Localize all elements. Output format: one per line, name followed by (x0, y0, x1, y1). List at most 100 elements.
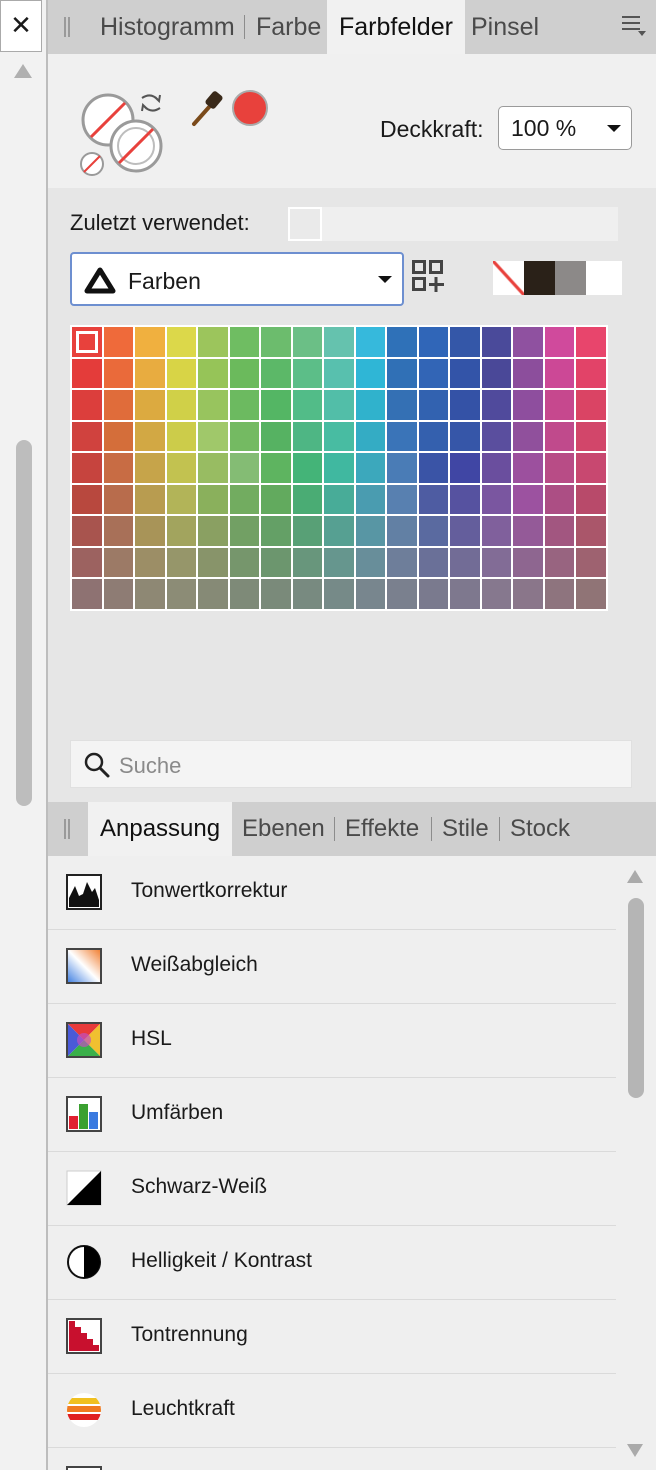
color-swatch[interactable] (481, 453, 512, 483)
color-swatch[interactable] (450, 421, 480, 452)
scroll-up-icon[interactable] (14, 64, 32, 78)
color-swatch[interactable] (450, 547, 480, 578)
swap-colors-icon[interactable] (138, 90, 164, 116)
color-swatch[interactable] (513, 516, 543, 546)
tab-ebenen[interactable]: Ebenen (242, 802, 325, 856)
color-swatch[interactable] (324, 390, 354, 420)
color-swatch[interactable] (229, 327, 260, 357)
adjustment-item-hsl[interactable]: HSL (48, 1004, 616, 1078)
color-swatch[interactable] (166, 358, 197, 389)
color-swatch[interactable] (450, 358, 480, 389)
color-swatch[interactable] (481, 358, 512, 389)
color-swatch[interactable] (544, 421, 575, 452)
color-swatch[interactable] (198, 453, 228, 483)
tab-farbe[interactable]: Farbe (256, 0, 321, 54)
color-swatch[interactable] (450, 390, 480, 420)
color-swatch[interactable] (292, 390, 323, 420)
color-swatch[interactable] (355, 484, 386, 515)
color-swatch[interactable] (166, 421, 197, 452)
color-swatch[interactable] (513, 453, 543, 483)
color-swatch[interactable] (135, 579, 165, 609)
opacity-dropdown[interactable]: 100 % (498, 106, 632, 150)
color-swatch[interactable] (103, 390, 134, 420)
color-swatch[interactable] (418, 516, 449, 546)
color-swatch[interactable] (292, 484, 323, 515)
color-swatch[interactable] (387, 547, 417, 578)
color-swatch[interactable] (292, 547, 323, 578)
color-swatch[interactable] (103, 547, 134, 578)
drag-grip-icon[interactable] (64, 17, 70, 37)
color-swatch[interactable] (387, 516, 417, 546)
color-swatch[interactable] (481, 579, 512, 609)
adjustments-scrollbar[interactable] (616, 856, 656, 1470)
color-swatch[interactable] (418, 484, 449, 515)
color-swatch[interactable] (324, 547, 354, 578)
color-swatch[interactable] (198, 327, 228, 357)
color-swatch[interactable] (355, 516, 386, 546)
color-swatch[interactable] (261, 358, 291, 389)
color-swatch[interactable] (418, 547, 449, 578)
color-swatch[interactable] (135, 358, 165, 389)
color-swatch[interactable] (513, 547, 543, 578)
color-swatch[interactable] (418, 327, 449, 357)
color-swatch[interactable] (324, 484, 354, 515)
color-swatch[interactable] (135, 484, 165, 515)
color-swatch[interactable] (292, 421, 323, 452)
color-swatch[interactable] (166, 327, 197, 357)
color-swatch[interactable] (576, 516, 606, 546)
swatch-white[interactable] (586, 261, 617, 295)
color-swatch[interactable] (229, 390, 260, 420)
tab-histogramm[interactable]: Histogramm (100, 0, 235, 54)
color-swatch[interactable] (198, 579, 228, 609)
adjustment-item-umfaerben[interactable]: Umfärben (48, 1078, 616, 1152)
scroll-down-icon[interactable] (627, 1444, 643, 1457)
color-swatch[interactable] (166, 547, 197, 578)
color-swatch[interactable] (576, 421, 606, 452)
color-swatch[interactable] (72, 390, 102, 420)
color-swatch[interactable] (355, 390, 386, 420)
color-swatch[interactable] (292, 579, 323, 609)
color-swatch[interactable] (481, 421, 512, 452)
color-swatch[interactable] (166, 484, 197, 515)
color-swatch[interactable] (229, 453, 260, 483)
color-swatch[interactable] (544, 579, 575, 609)
color-swatch[interactable] (229, 547, 260, 578)
color-swatch[interactable] (576, 579, 606, 609)
color-swatch[interactable] (418, 579, 449, 609)
color-swatch[interactable] (324, 358, 354, 389)
color-swatch[interactable] (324, 516, 354, 546)
search-input[interactable]: Suche (70, 740, 632, 788)
color-swatch[interactable] (544, 547, 575, 578)
color-swatch[interactable] (387, 453, 417, 483)
close-button[interactable]: ✕ (0, 0, 42, 52)
color-swatch[interactable] (72, 516, 102, 546)
color-swatch[interactable] (450, 516, 480, 546)
color-swatch[interactable] (481, 547, 512, 578)
color-swatch[interactable] (355, 327, 386, 357)
color-swatch[interactable] (292, 516, 323, 546)
adjustment-item-weissabgleich[interactable]: Weißabgleich (48, 930, 616, 1004)
color-swatch[interactable] (387, 327, 417, 357)
color-swatch[interactable] (576, 547, 606, 578)
color-swatch[interactable] (418, 453, 449, 483)
color-swatch[interactable] (418, 358, 449, 389)
tab-effekte[interactable]: Effekte (345, 802, 419, 856)
adjustment-item-tonwertkorrektur[interactable]: Tonwertkorrektur (48, 856, 616, 930)
color-swatch[interactable] (72, 547, 102, 578)
color-swatch[interactable] (324, 327, 354, 357)
color-swatch[interactable] (292, 327, 323, 357)
color-swatch[interactable] (229, 516, 260, 546)
color-swatch[interactable] (229, 421, 260, 452)
current-color-swatch[interactable] (232, 90, 268, 126)
color-swatch[interactable] (481, 390, 512, 420)
color-swatch[interactable] (103, 327, 134, 357)
color-swatch[interactable] (544, 453, 575, 483)
color-swatch[interactable] (355, 421, 386, 452)
panel-menu-icon[interactable] (622, 16, 646, 38)
color-swatch[interactable] (324, 421, 354, 452)
color-swatch[interactable] (198, 547, 228, 578)
color-swatch[interactable] (450, 327, 480, 357)
color-swatch[interactable] (261, 547, 291, 578)
color-swatch[interactable] (198, 484, 228, 515)
color-swatch[interactable] (481, 516, 512, 546)
